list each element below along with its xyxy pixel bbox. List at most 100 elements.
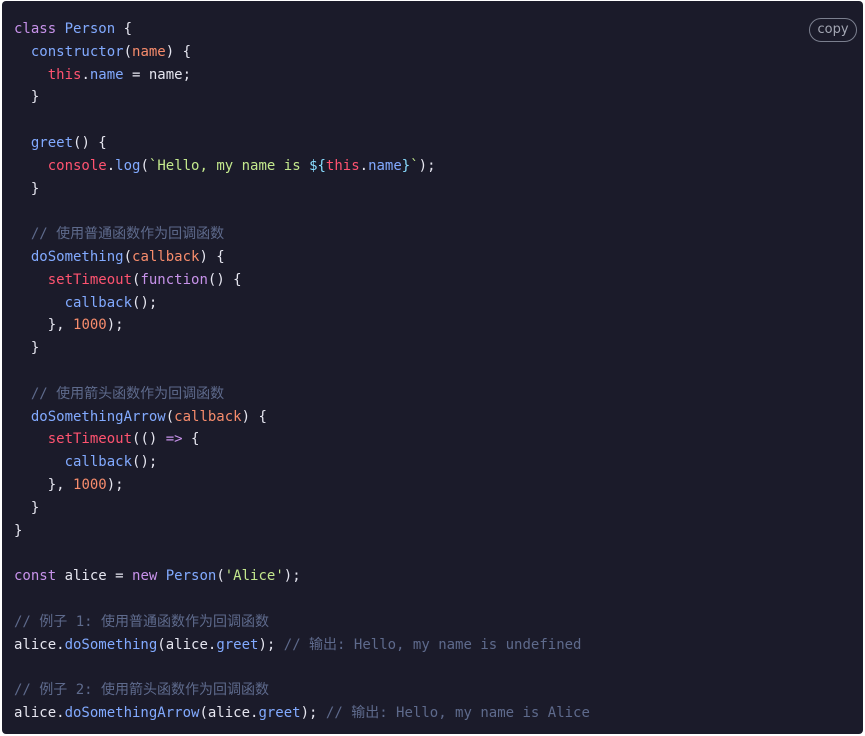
code-token: );: [106, 476, 124, 493]
code-token: {: [115, 21, 133, 37]
code-token: }: [14, 340, 40, 357]
code-token: alice.: [14, 636, 65, 653]
code-token: () {: [73, 134, 107, 151]
code-line: // 例子 1: 使用普通函数作为回调函数: [14, 611, 590, 634]
code-token: console: [47, 157, 107, 174]
code-token: 1000: [73, 317, 107, 334]
code-token: }: [14, 89, 40, 106]
code-token: // 例子 2: 使用箭头函数作为回调函数: [14, 682, 270, 699]
code-line: }: [14, 520, 590, 543]
code-line: callback();: [14, 292, 590, 315]
code-token: (: [165, 408, 175, 425]
code-token: // 例子 1: 使用普通函数作为回调函数: [14, 613, 270, 630]
code-token: = name;: [123, 66, 192, 83]
code-token: .: [81, 66, 90, 83]
copy-button[interactable]: copy: [809, 18, 857, 42]
code-token: (: [123, 43, 133, 60]
code-token: (alice.: [199, 704, 259, 721]
code-token: callback: [174, 408, 242, 425]
code-line: class Person {: [14, 18, 590, 41]
code-token: log: [115, 157, 141, 174]
code-token: constructor: [30, 43, 124, 60]
code-token: ) {: [241, 408, 267, 425]
code-content: class Person { constructor(name) { this.…: [14, 18, 590, 725]
code-token: name: [132, 43, 166, 60]
code-token: doSomethingArrow: [30, 408, 166, 425]
code-token: setTimeout: [47, 431, 133, 448]
code-line: }: [14, 86, 590, 109]
code-token: doSomething: [30, 248, 124, 265]
code-token: const: [14, 568, 65, 585]
code-token: // 输出: Hello, my name is undefined: [283, 636, 582, 653]
code-line: this.name = name;: [14, 64, 590, 87]
code-token: `: [410, 157, 419, 174]
code-token: (: [216, 568, 225, 585]
code-token: (alice.: [157, 636, 217, 653]
code-line: doSomething(callback) {: [14, 246, 590, 269]
code-line: // 例子 2: 使用箭头函数作为回调函数: [14, 679, 590, 702]
code-line: constructor(name) {: [14, 41, 590, 64]
code-token: =>: [165, 431, 183, 448]
code-token: 'Alice': [224, 568, 284, 585]
code-line: // 使用箭头函数作为回调函数: [14, 383, 590, 406]
code-token: .: [106, 157, 116, 174]
code-line: doSomethingArrow(callback) {: [14, 406, 590, 429]
code-token: ${: [309, 157, 326, 174]
code-line: }: [14, 337, 590, 360]
code-token: greet: [216, 636, 259, 653]
code-token: function: [140, 271, 208, 288]
code-token: );: [283, 568, 301, 585]
code-line: setTimeout(function() {: [14, 269, 590, 292]
code-token: // 使用普通函数作为回调函数: [14, 226, 225, 243]
code-token: ) {: [165, 43, 192, 60]
code-line: const alice = new Person('Alice');: [14, 565, 590, 588]
code-token: callback: [132, 248, 200, 265]
code-block: copy class Person { constructor(name) { …: [2, 1, 863, 734]
code-token: // 使用箭头函数作为回调函数: [14, 385, 225, 402]
code-token: () {: [207, 271, 242, 288]
code-line: alice.doSomethingArrow(alice.greet); // …: [14, 702, 590, 725]
code-token: Person: [165, 568, 217, 585]
code-token: alice.: [14, 704, 65, 721]
code-token: ((): [132, 431, 166, 448]
code-line: alice.doSomething(alice.greet); // 输出: H…: [14, 634, 590, 657]
code-token: },: [14, 317, 74, 334]
code-token: }: [14, 180, 40, 197]
code-token: Person: [64, 21, 116, 37]
code-token: class: [14, 21, 65, 37]
code-line: }: [14, 178, 590, 201]
code-token: },: [14, 476, 74, 493]
code-line: callback();: [14, 451, 590, 474]
code-line: }: [14, 497, 590, 520]
code-token: name: [368, 157, 402, 174]
code-token: ) {: [199, 248, 225, 265]
code-token: ();: [132, 294, 158, 311]
code-token: setTimeout: [47, 271, 133, 288]
code-line: setTimeout(() => {: [14, 428, 590, 451]
code-token: // 输出: Hello, my name is Alice: [325, 704, 590, 721]
code-token: alice =: [64, 568, 133, 585]
code-token: doSomething: [64, 636, 158, 653]
code-token: }: [401, 157, 411, 174]
code-line: greet() {: [14, 132, 590, 155]
code-token: .: [359, 157, 369, 174]
code-token: }: [14, 499, 40, 516]
code-line: }, 1000);: [14, 474, 590, 497]
code-token: `Hello, my name is: [148, 157, 310, 174]
code-token: greet: [30, 134, 74, 151]
